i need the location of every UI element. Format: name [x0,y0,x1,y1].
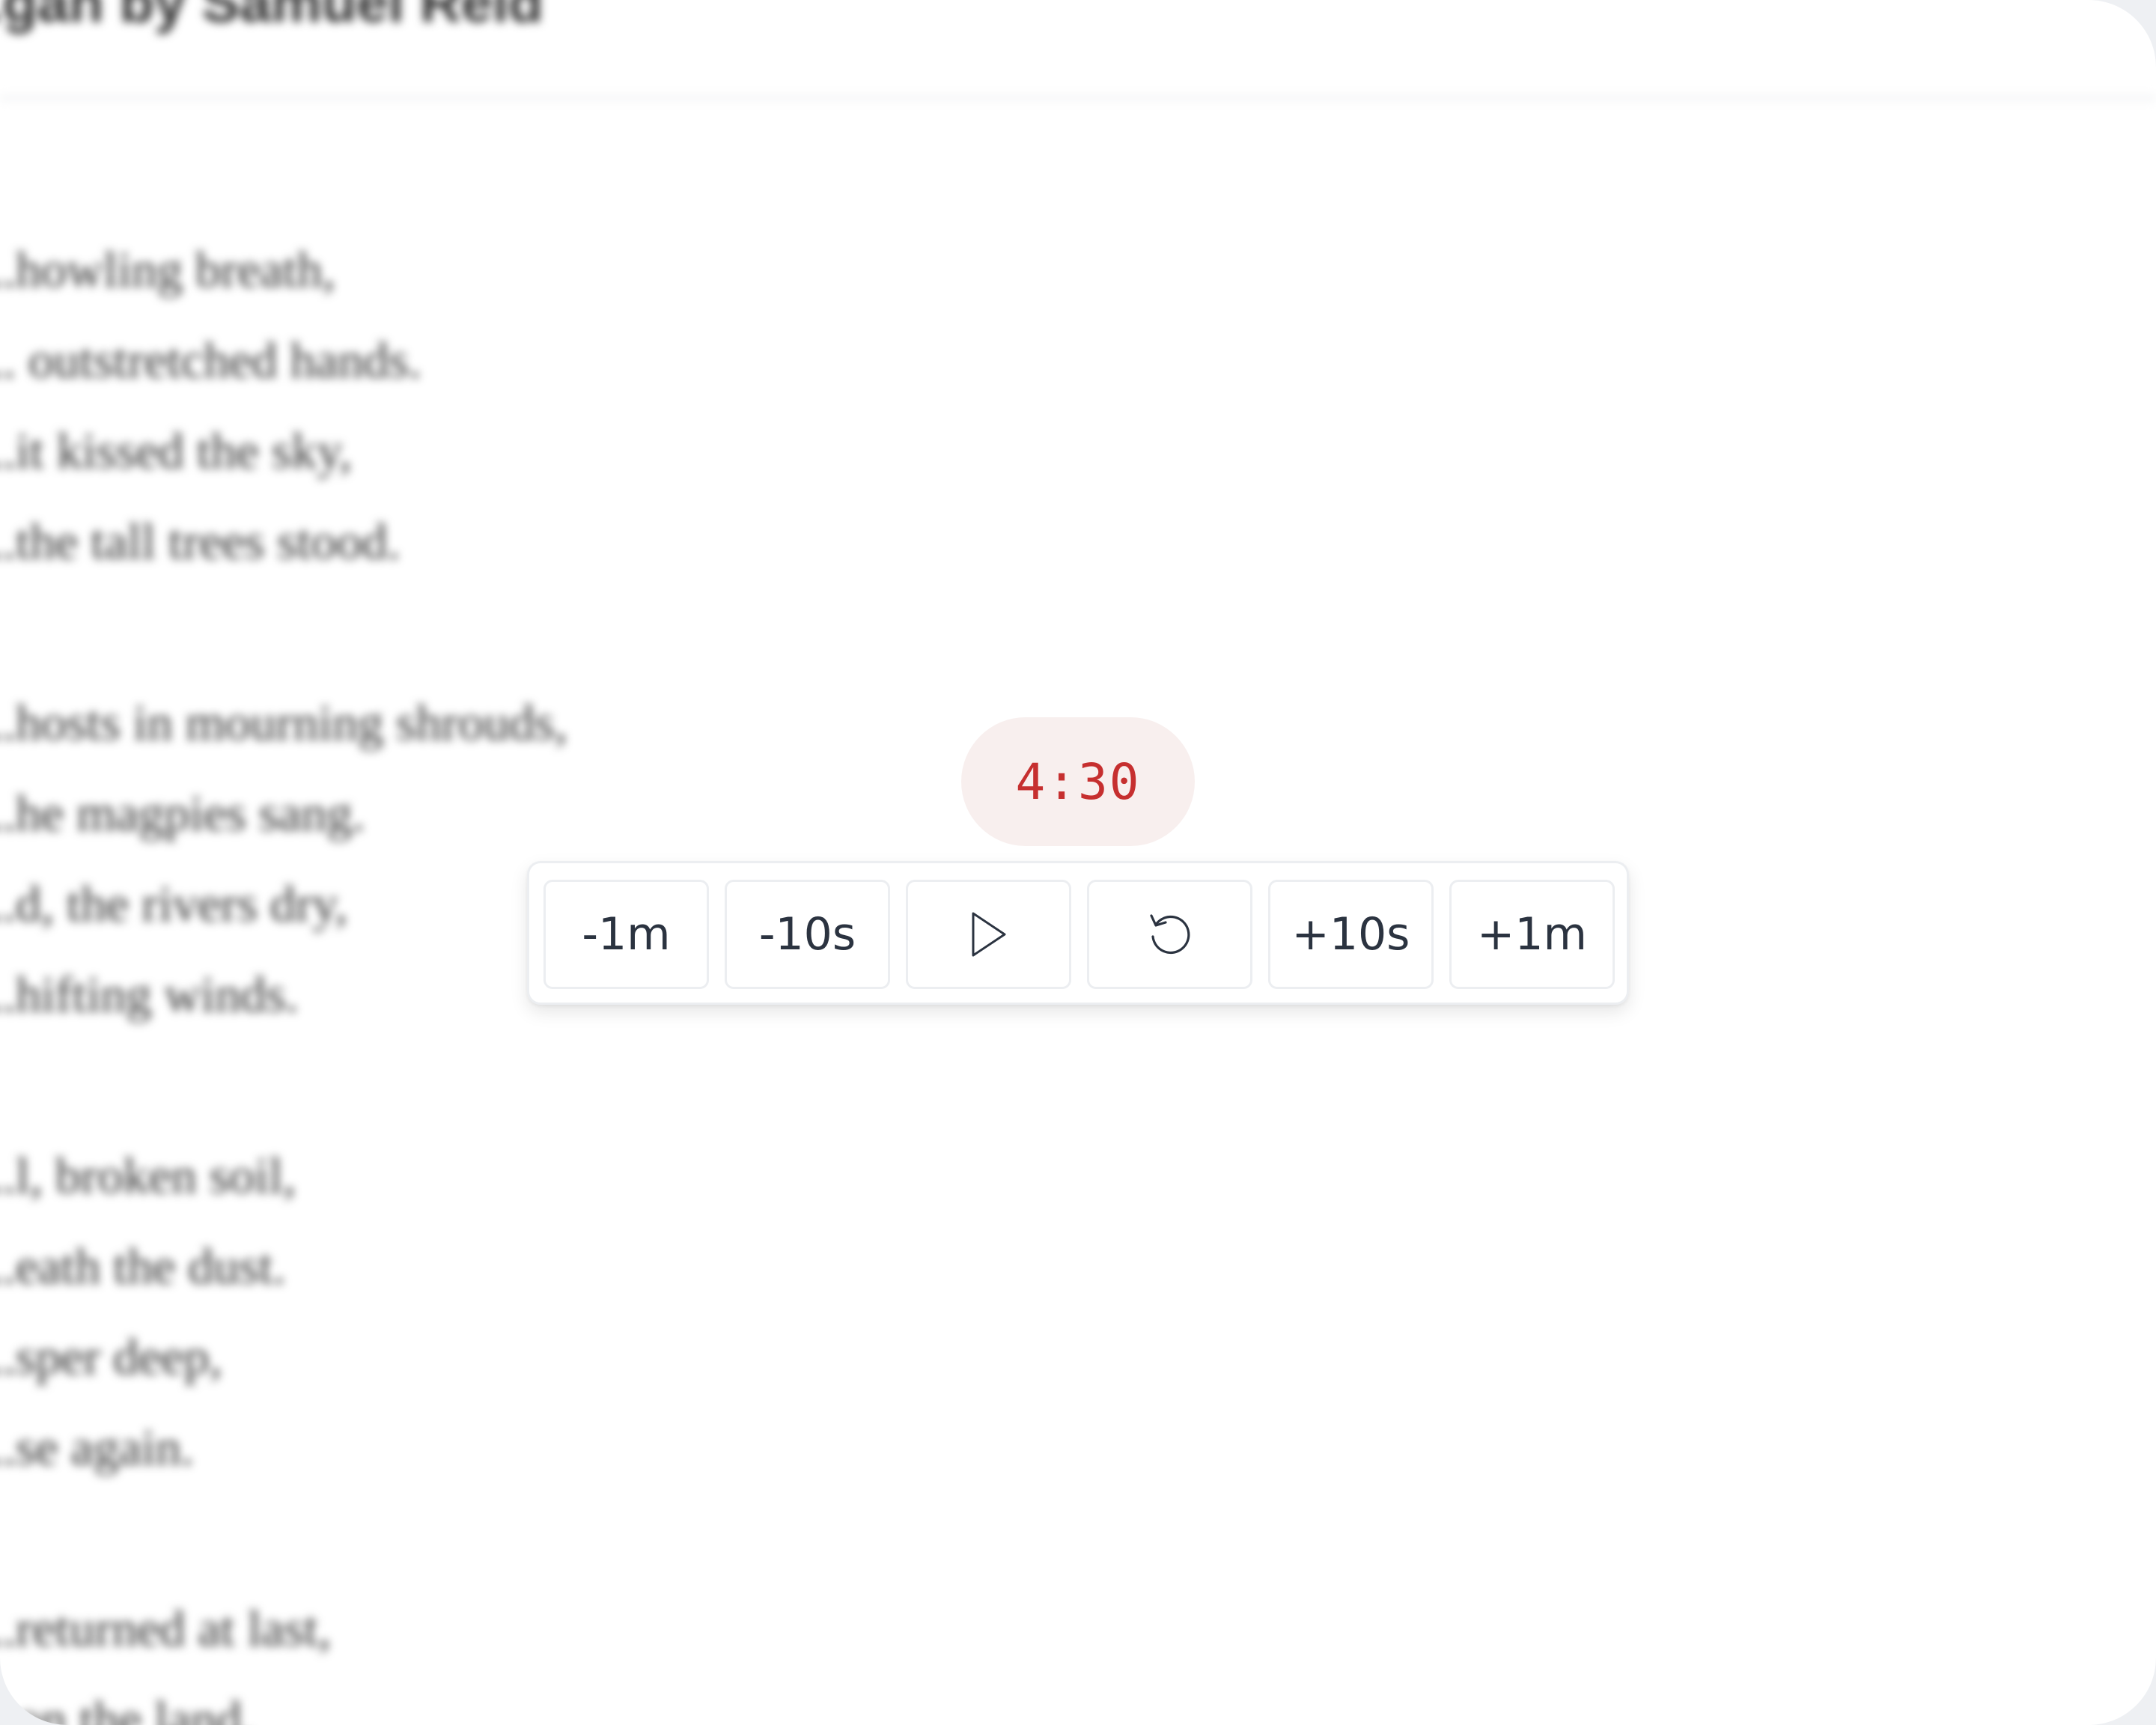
poem-line: ...returned at last, [0,1600,332,1657]
timer-controls-toolbar: -1m -10s +10s +1m [527,861,1629,1005]
poem-line: ...on the land. [0,1691,255,1725]
reset-icon [1149,914,1190,955]
poem-line: ...howling breath, [0,241,335,298]
poem-line: ...eath the dust. [0,1238,286,1294]
minus-10-seconds-button[interactable]: -10s [725,880,890,989]
stanza-break [0,1493,567,1583]
poem-line: ... outstretched hands. [0,332,421,389]
poem-line: ...se again. [0,1419,194,1476]
plus-10-seconds-button[interactable]: +10s [1268,880,1434,989]
poem-line: ...it kissed the sky, [0,422,352,479]
stanza-break [0,1040,567,1131]
document-title: ...gan by Samuel Reid [0,0,543,34]
plus-1-minute-button[interactable]: +1m [1449,880,1615,989]
poem-line: ...l, broken soil, [0,1147,296,1204]
header-divider [0,96,2156,100]
document-window: ...gan by Samuel Reid ...howling breath,… [0,0,2156,1725]
poem-line: ...the tall trees stood. [0,513,401,570]
poem-line: ...hifting winds. [0,966,299,1023]
reset-button[interactable] [1087,880,1252,989]
play-icon [972,912,1005,957]
play-button[interactable] [906,880,1071,989]
stanza-break [0,587,567,678]
minus-1-minute-button[interactable]: -1m [543,880,709,989]
poem-line: ...d, the rivers dry, [0,875,348,932]
poem-line: ...sper deep, [0,1328,222,1385]
poem-line: ...hosts in mourning shrouds, [0,694,567,751]
timer-display: 4:30 [961,717,1195,846]
poem-text: ...howling breath, ... outstretched hands… [0,225,567,1725]
poem-line: ...he magpies sang. [0,785,365,842]
